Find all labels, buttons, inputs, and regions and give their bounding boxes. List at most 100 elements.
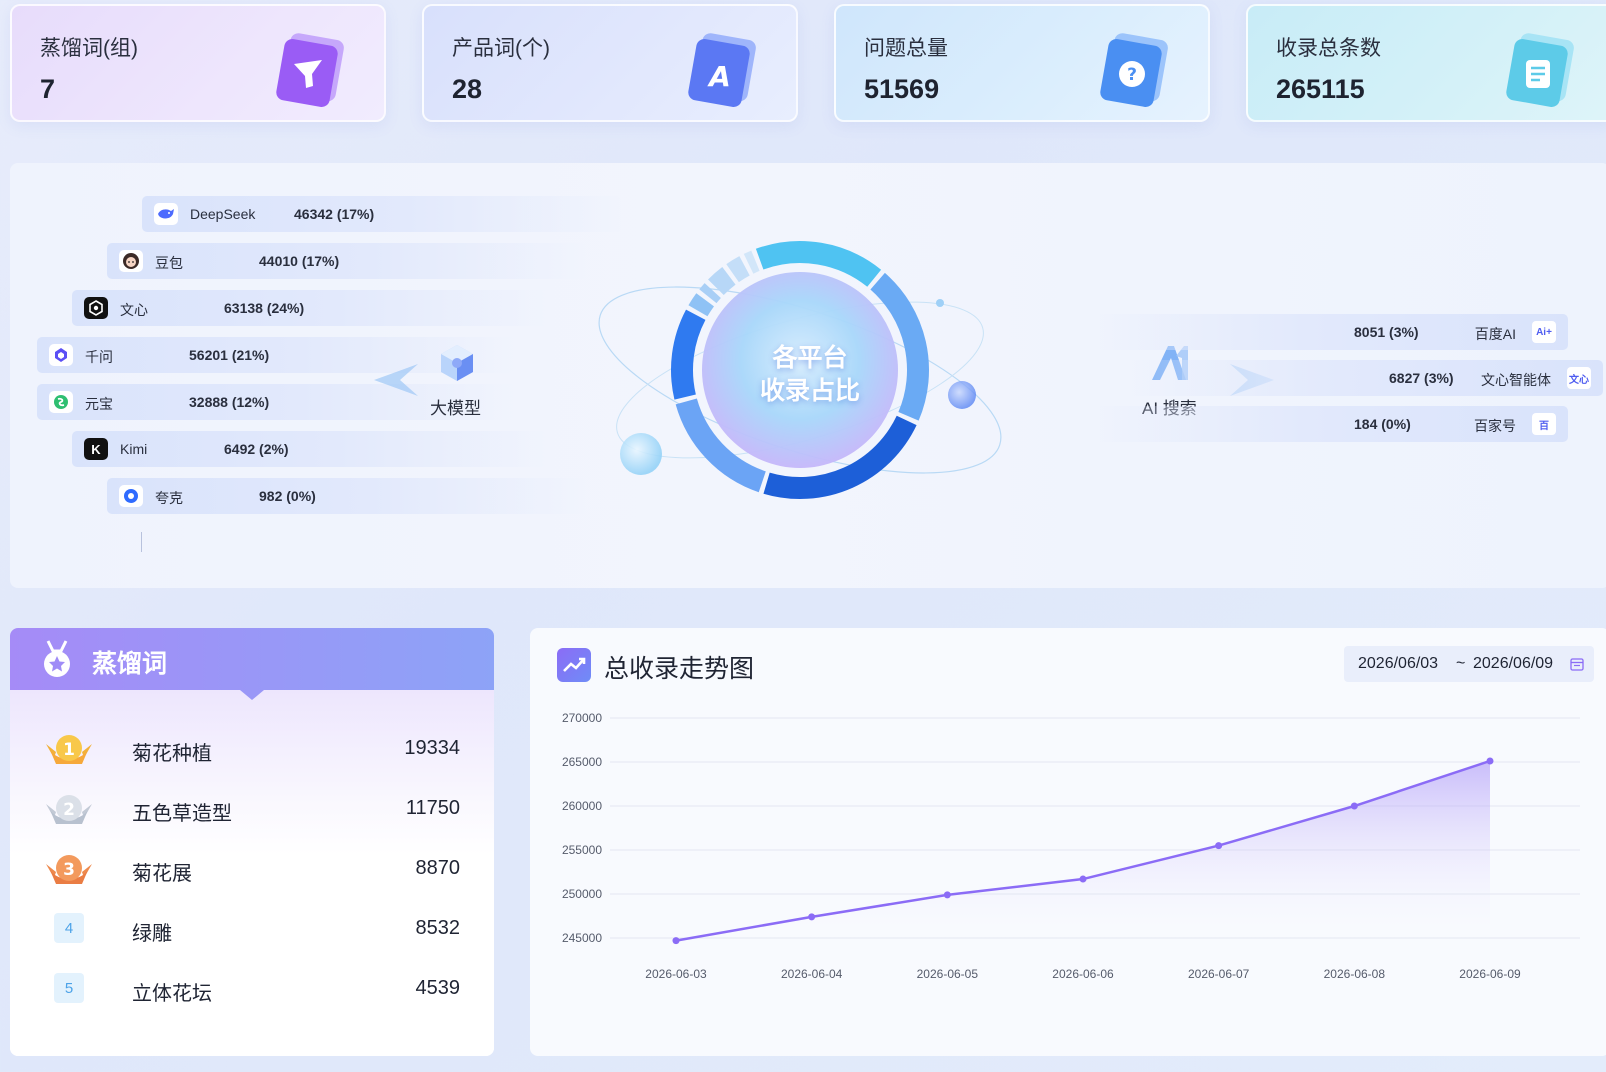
svg-text:?: ? — [1127, 65, 1137, 85]
list-item: 5 立体花坛 4539 — [10, 968, 494, 1008]
donut-slice-文心智能体 — [726, 256, 750, 283]
y-tick-label: 245000 — [562, 931, 602, 945]
list-item: 3 菊花展 8870 — [10, 848, 494, 888]
wenxin-agent-icon: 文心 — [1567, 367, 1591, 389]
platform-value: 44010 (17%) — [259, 253, 340, 269]
rank-item-name: 菊花展 — [132, 863, 192, 885]
y-tick-label: 265000 — [562, 755, 602, 769]
silver-medal-icon: 2 — [46, 795, 92, 824]
decor-bubble — [948, 381, 976, 409]
medal-icon — [44, 640, 70, 677]
decor-bubble — [620, 433, 662, 475]
x-tick-label: 2026-06-09 — [1459, 967, 1521, 981]
platform-row-baidu-ai: 8051 (3%) 百度AI Ai+ — [1088, 314, 1568, 350]
data-point — [943, 891, 951, 899]
x-tick-label: 2026-06-05 — [917, 967, 979, 981]
kpi-card-indexed-total: 收录总条数 265115 — [1246, 4, 1606, 122]
baidu-ai-icon: Ai+ — [1532, 321, 1556, 343]
donut-slice-百家号 — [743, 250, 760, 274]
date-separator: ~ — [1456, 655, 1466, 672]
platform-name: 文心 — [120, 302, 148, 318]
rank-item-count: 8870 — [415, 857, 461, 879]
ranking-header: 蒸馏词 — [10, 628, 494, 690]
deepseek-whale-icon — [154, 203, 178, 225]
qianwen-icon — [49, 344, 73, 366]
data-point — [1350, 802, 1358, 810]
platform-row-baijiahao: 184 (0%) 百家号 百 — [1088, 406, 1568, 442]
kpi-card-product-words: 产品词(个) 28 A — [422, 4, 798, 122]
platform-value: 982 (0%) — [259, 488, 316, 504]
kpi-card-question-total: 问题总量 51569 ? — [834, 4, 1210, 122]
svg-text:2: 2 — [63, 800, 75, 820]
platform-value: 184 (0%) — [1354, 416, 1411, 432]
rank-item-name: 立体花坛 — [132, 983, 212, 1005]
platform-value: 8051 (3%) — [1354, 324, 1419, 340]
platform-name: Kimi — [120, 441, 148, 457]
data-point — [672, 937, 680, 945]
y-tick-label: 260000 — [562, 799, 602, 813]
y-tick-label: 255000 — [562, 843, 602, 857]
donut-center-line1: 各平台 — [772, 344, 848, 372]
document-icon — [1506, 33, 1574, 107]
trend-chart-icon — [557, 648, 591, 682]
list-item: 4 绿雕 8532 — [10, 908, 494, 948]
funnel-icon — [276, 33, 344, 107]
platform-row-wenxin-agent: 6827 (3%) 文心智能体 文心 — [1123, 360, 1603, 396]
x-tick-label: 2026-06-07 — [1188, 967, 1250, 981]
data-point — [808, 913, 816, 921]
platform-value: 32888 (12%) — [189, 394, 270, 410]
date-range-picker[interactable]: 2026/06/03 ~ 2026/06/09 — [1344, 646, 1594, 682]
platform-value: 63138 (24%) — [224, 300, 305, 316]
platform-value: 56201 (21%) — [189, 347, 270, 363]
donut-center-line2: 收录占比 — [759, 377, 860, 405]
rank-item-name: 五色草造型 — [132, 803, 232, 825]
ranking-list: 1 菊花种植 19334 2 五色草造型 11750 3 菊花展 8870 4 … — [10, 690, 494, 1056]
data-point — [1079, 875, 1087, 883]
donut-center-title: 各平台 收录占比 — [740, 342, 880, 408]
kimi-icon: K — [84, 438, 108, 460]
data-point — [1215, 842, 1223, 850]
y-tick-label: 250000 — [562, 887, 602, 901]
trend-title: 总收录走势图 — [604, 655, 755, 683]
platform-name: 千问 — [85, 349, 113, 365]
data-point — [1486, 757, 1494, 765]
donut-slice-夸克 — [699, 283, 721, 304]
list-item: 2 五色草造型 11750 — [10, 788, 494, 828]
kpi-card-distill-words: 蒸馏词(组) 7 — [10, 4, 386, 122]
platform-value: 6827 (3%) — [1389, 370, 1454, 386]
trend-line-chart: 270000 265000 260000 255000 250000 245000 202… — [562, 711, 1580, 981]
trend-panel: 总收录走势图 2026/06/03 ~ 2026/06/09 270000 265… — [530, 628, 1606, 1056]
rank-item-count: 19334 — [404, 737, 460, 759]
decor-dot — [936, 299, 944, 307]
platform-row-doubao: 豆包 44010 (17%) — [107, 243, 587, 279]
arrow-left-icon — [374, 364, 418, 396]
donut-slice-百度AI — [708, 267, 736, 296]
svg-text:3: 3 — [63, 860, 75, 880]
platform-value: 6492 (2%) — [224, 441, 289, 457]
ranking-title: 蒸馏词 — [92, 650, 168, 678]
rank-item-name: 菊花种植 — [132, 743, 212, 765]
platform-row-deepseek: DeepSeek 46342 (17%) — [142, 196, 622, 232]
question-icon: ? — [1100, 33, 1168, 107]
distill-word-ranking-panel: 蒸馏词 1 菊花种植 19334 2 五色草造型 11750 3 菊花展 887… — [10, 628, 494, 1056]
wenxin-icon — [84, 297, 108, 319]
x-tick-label: 2026-06-06 — [1052, 967, 1114, 981]
svg-text:A: A — [707, 60, 731, 93]
quark-icon — [119, 485, 143, 507]
platform-row-quark: 夸克 982 (0%) — [107, 478, 587, 514]
doubao-avatar-icon — [119, 250, 143, 272]
svg-text:1: 1 — [63, 740, 75, 760]
rank-number-badge: 4 — [54, 913, 84, 943]
platform-name: 元宝 — [85, 396, 113, 412]
divider — [141, 532, 142, 552]
cube-icon — [441, 345, 473, 381]
donut-slice-元宝 — [671, 309, 706, 400]
platform-name: 百度AI — [1474, 326, 1516, 342]
baijiahao-icon: 百 — [1532, 413, 1556, 435]
donut-slice-Kimi — [688, 293, 715, 317]
rank-item-count: 4539 — [415, 977, 461, 999]
platform-value: 46342 (17%) — [294, 206, 375, 222]
date-start: 2026/06/03 — [1358, 655, 1439, 672]
bronze-medal-icon: 3 — [46, 855, 92, 884]
llm-group-label: 大模型 — [430, 399, 481, 418]
